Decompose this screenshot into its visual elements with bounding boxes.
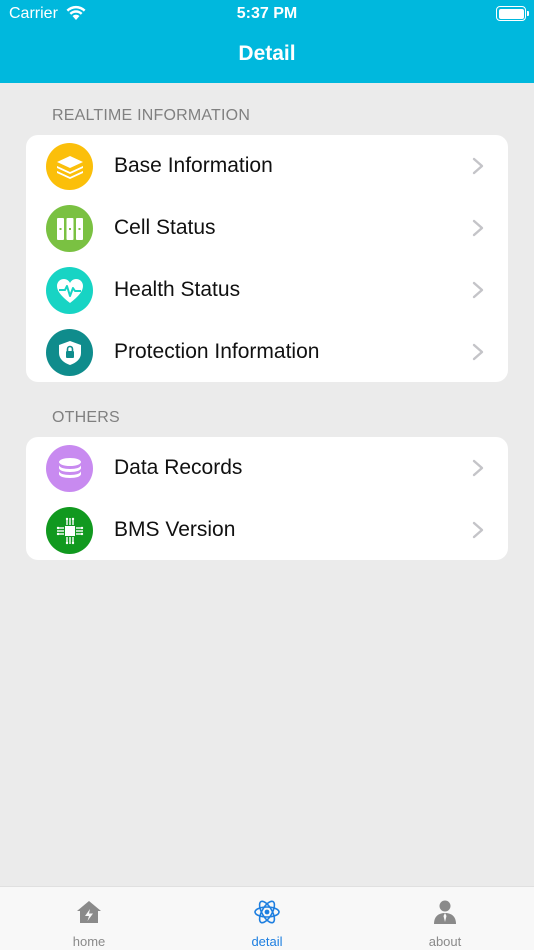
heart-pulse-icon [46, 267, 93, 314]
tab-home[interactable]: home [0, 887, 178, 950]
tab-label: detail [251, 934, 283, 949]
others-card: Data Records BMS Version [26, 437, 508, 560]
row-label: Health Status [114, 278, 241, 301]
chevron-right-icon [472, 459, 484, 477]
row-label: Protection Information [114, 340, 320, 363]
row-cell-status[interactable]: Cell Status [26, 197, 508, 259]
row-health-status[interactable]: Health Status [26, 259, 508, 321]
layers-icon [46, 143, 93, 190]
chevron-right-icon [472, 281, 484, 299]
chevron-right-icon [472, 521, 484, 539]
row-base-information[interactable]: Base Information [26, 135, 508, 197]
nav-header: Carrier 5:37 PM Detail [0, 0, 534, 83]
cells-icon [46, 205, 93, 252]
page-title: Detail [238, 42, 296, 65]
row-label: BMS Version [114, 518, 236, 541]
tab-detail[interactable]: detail [178, 887, 356, 950]
row-data-records[interactable]: Data Records [26, 437, 508, 499]
realtime-card: Base Information Cell Status Health Stat… [26, 135, 508, 382]
tab-label: home [72, 934, 106, 949]
battery-icon [496, 6, 529, 21]
section-header-others: OTHERS [52, 409, 120, 426]
row-label: Cell Status [114, 216, 216, 239]
database-icon [46, 445, 93, 492]
home-bolt-icon [77, 901, 101, 923]
tab-label: about [428, 934, 462, 949]
tab-about[interactable]: about [356, 887, 534, 950]
chevron-right-icon [472, 157, 484, 175]
person-icon [434, 900, 456, 924]
status-bar: Carrier 5:37 PM [0, 0, 534, 28]
section-header-realtime: REALTIME INFORMATION [52, 107, 251, 124]
atom-icon [254, 900, 280, 924]
chevron-right-icon [472, 343, 484, 361]
tab-bar: home detail about [0, 886, 534, 950]
chevron-right-icon [472, 219, 484, 237]
row-protection-information[interactable]: Protection Information [26, 321, 508, 383]
shield-lock-icon [46, 329, 93, 376]
row-label: Data Records [114, 456, 243, 479]
row-bms-version[interactable]: BMS Version [26, 499, 508, 561]
chip-icon [46, 507, 93, 554]
status-time: 5:37 PM [236, 5, 298, 22]
row-label: Base Information [114, 154, 273, 177]
